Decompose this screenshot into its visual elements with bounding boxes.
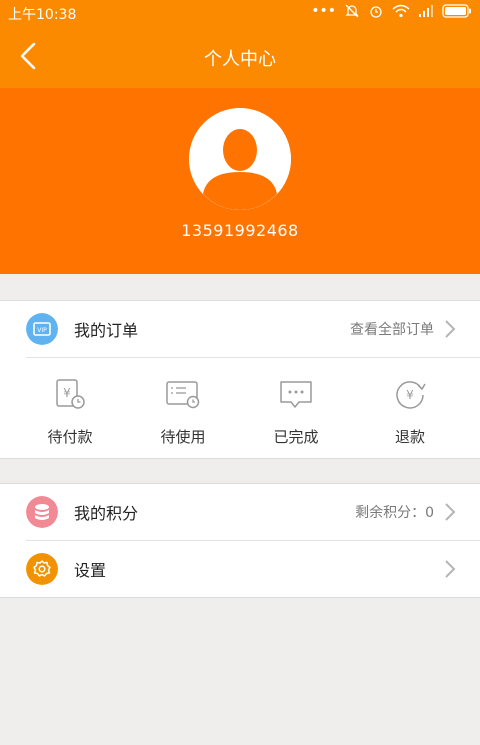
settings-gear-icon [26, 553, 58, 585]
order-status-refund[interactable]: ¥ 退款 [350, 358, 470, 458]
phone-number: 13591992468 [181, 221, 299, 240]
chevron-right-icon [445, 320, 456, 338]
my-points-label: 我的积分 [74, 504, 139, 523]
avatar[interactable] [189, 108, 291, 210]
status-icons: ••• [311, 3, 472, 19]
title-bar: 个人中心 [0, 25, 480, 88]
alarm-icon [370, 6, 382, 18]
order-status-label: 待付款 [47, 428, 93, 446]
svg-text:VIP: VIP [37, 327, 47, 334]
my-orders-label: 我的订单 [74, 321, 139, 340]
order-status-completed[interactable]: 已完成 [236, 358, 356, 458]
chevron-right-icon [445, 560, 456, 578]
pending-payment-icon: ¥ [56, 379, 85, 409]
order-status-label: 退款 [394, 428, 425, 446]
vip-ticket-icon: VIP [26, 313, 58, 345]
order-status-tabs: ¥ 待付款 待使用 已完成 ¥ 退款 [0, 358, 480, 458]
my-points-row[interactable]: 我的积分 剩余积分：0 [0, 484, 480, 540]
chat-bubble-icon [280, 381, 312, 408]
view-all-orders-link[interactable]: 查看全部订单 [350, 319, 434, 339]
settings-label: 设置 [74, 561, 107, 580]
status-bar: 上午10:38 ••• [0, 0, 480, 25]
page-title: 个人中心 [204, 49, 276, 70]
ticket-icon [166, 381, 200, 409]
order-status-label: 已完成 [273, 428, 319, 446]
more-dots-icon: ••• [311, 3, 336, 19]
signal-icon [419, 5, 433, 17]
wifi-icon [392, 4, 410, 18]
remaining-points: 剩余积分：0 [355, 505, 434, 521]
order-status-to-use[interactable]: 待使用 [123, 358, 243, 458]
battery-icon [442, 4, 471, 18]
default-avatar-icon [189, 108, 291, 210]
svg-text:¥: ¥ [63, 386, 71, 400]
profile-header: 13591992468 [0, 88, 480, 274]
my-orders-row[interactable]: VIP 我的订单 查看全部订单 [0, 301, 480, 357]
svg-text:¥: ¥ [406, 388, 414, 402]
order-status-label: 待使用 [160, 428, 206, 446]
refund-icon: ¥ [396, 381, 426, 409]
settings-row[interactable]: 设置 [0, 541, 480, 597]
coins-icon [26, 496, 58, 528]
orders-card: VIP 我的订单 查看全部订单 ¥ 待付款 待使用 已完成 ¥ 退款 [0, 300, 480, 459]
chevron-right-icon [445, 503, 456, 521]
status-time: 上午10:38 [8, 7, 77, 23]
bell-off-icon [345, 4, 359, 18]
order-status-pending-payment[interactable]: ¥ 待付款 [10, 358, 130, 458]
account-card: 我的积分 剩余积分：0 设置 [0, 483, 480, 598]
